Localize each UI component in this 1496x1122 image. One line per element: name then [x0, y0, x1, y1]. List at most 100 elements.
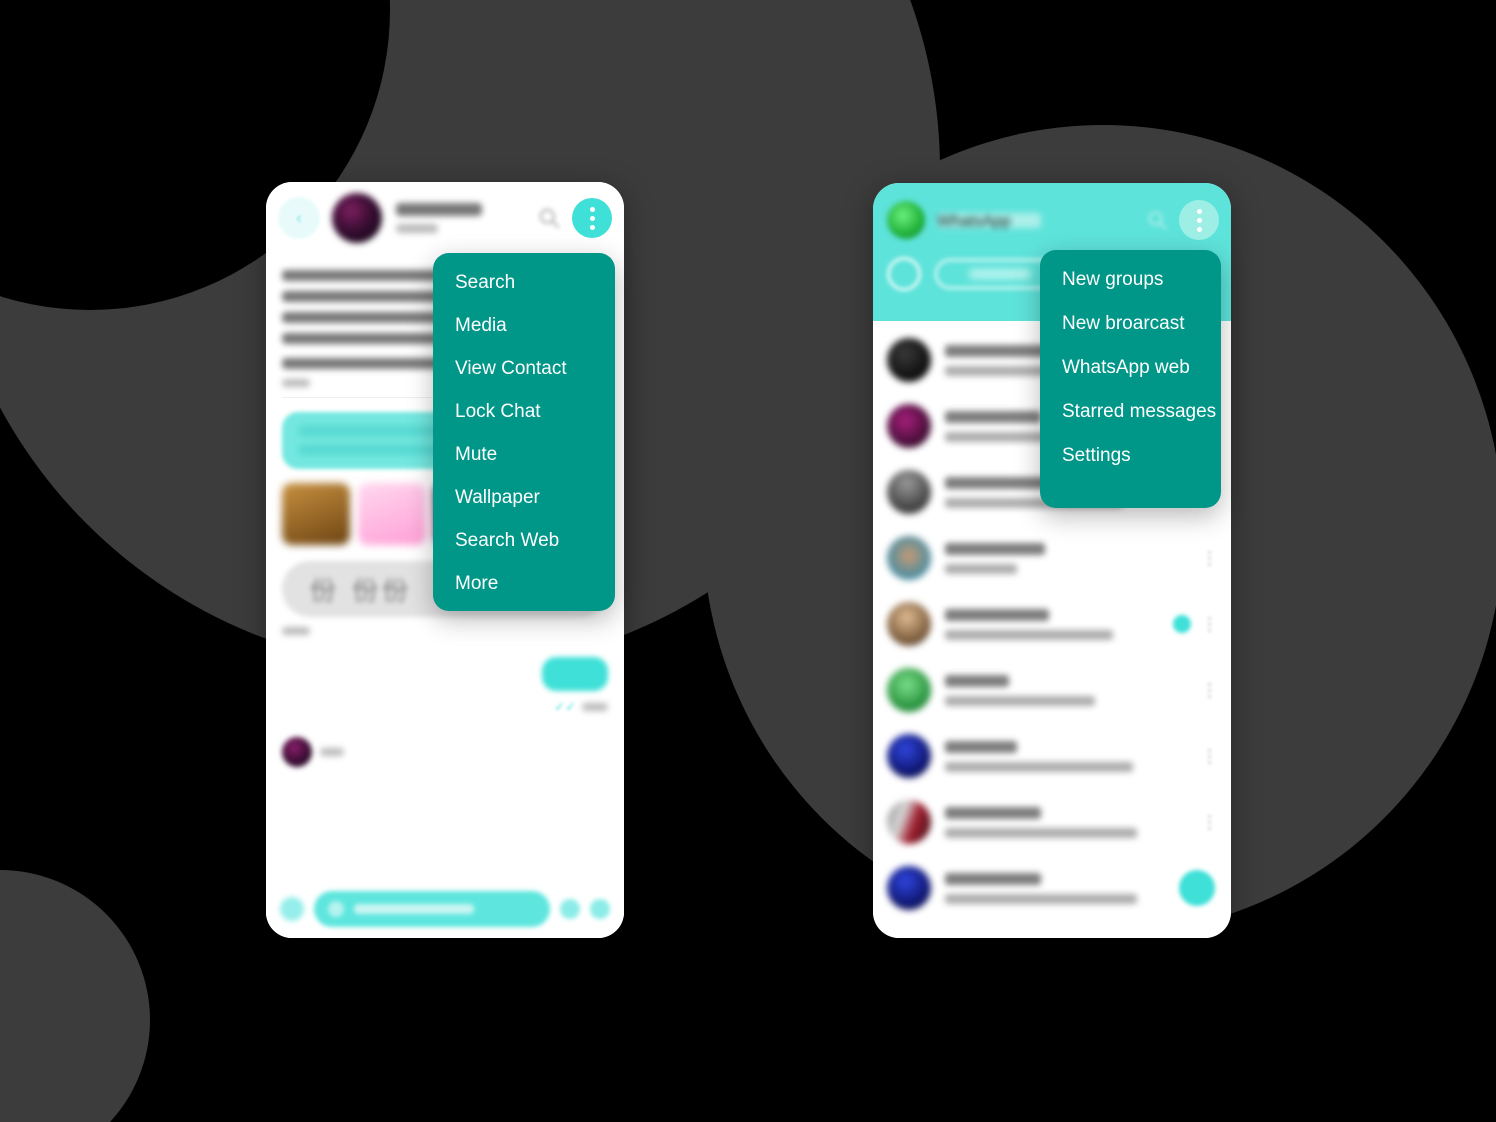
chat-list-item[interactable] — [873, 525, 1231, 591]
row-overflow-icon[interactable] — [1201, 748, 1217, 764]
chat-preview — [945, 563, 1017, 574]
attach-icon[interactable] — [560, 899, 580, 919]
outgoing-message-row — [282, 657, 608, 691]
menu-item-new-groups[interactable]: New groups — [1040, 270, 1221, 289]
menu-item-more[interactable]: More — [433, 574, 615, 593]
thumbnail-brown[interactable] — [282, 483, 350, 545]
emoji-icon[interactable] — [280, 897, 304, 921]
row-overflow-icon[interactable] — [1201, 550, 1217, 566]
chat-preview — [945, 761, 1133, 772]
dot-1 — [1196, 208, 1202, 214]
audio-waveform: 份 份份 — [310, 576, 413, 607]
message-input-field[interactable] — [314, 891, 550, 927]
contact-name-block — [396, 203, 536, 233]
menu-item-lock-chat[interactable]: Lock Chat — [433, 402, 615, 421]
chat-preview — [945, 629, 1113, 640]
chat-list-item[interactable] — [873, 723, 1231, 789]
menu-item-view-contact[interactable]: View Contact — [433, 359, 615, 378]
delivery-status-row: ✓✓ — [282, 699, 608, 715]
thumbnail-pink[interactable] — [358, 483, 426, 545]
chat-preview — [945, 827, 1137, 838]
chat-text-block — [945, 542, 1173, 574]
chat-text-block — [945, 608, 1173, 640]
chat-name — [945, 674, 1009, 687]
chat-name — [945, 608, 1049, 621]
chat-preview — [945, 893, 1137, 904]
app-title-block: WhatsApp — [937, 212, 1041, 230]
search-icon[interactable] — [536, 205, 562, 231]
avatar[interactable] — [887, 668, 931, 712]
chat-list-item[interactable] — [873, 789, 1231, 855]
row-overflow-icon[interactable] — [1201, 814, 1217, 830]
camera-tab-icon[interactable] — [887, 257, 921, 291]
sender-label — [320, 748, 344, 756]
new-chat-fab-icon[interactable] — [1179, 870, 1215, 906]
avatar[interactable] — [887, 866, 931, 910]
menu-item-media[interactable]: Media — [433, 316, 615, 335]
chat-name — [945, 740, 1017, 753]
chat-text-block — [945, 872, 1179, 904]
avatar[interactable] — [887, 536, 931, 580]
dot-3 — [589, 224, 595, 230]
menu-item-search[interactable]: Search — [433, 273, 615, 292]
chat-name — [945, 344, 1053, 357]
message-input-bar[interactable] — [266, 880, 624, 938]
menu-item-settings[interactable]: Settings — [1040, 446, 1221, 465]
chat-name — [945, 806, 1041, 819]
tab-chats-label — [969, 269, 1031, 279]
search-icon[interactable] — [1145, 208, 1169, 232]
unread-badge — [1173, 615, 1191, 633]
last-sender-row — [282, 737, 608, 767]
audio-timestamp — [282, 627, 310, 635]
chat-overflow-button[interactable] — [572, 198, 612, 238]
avatar[interactable] — [887, 602, 931, 646]
chat-list-item[interactable] — [873, 855, 1231, 921]
row-overflow-icon[interactable] — [1201, 616, 1217, 632]
double-check-icon: ✓✓ — [554, 699, 576, 714]
avatar[interactable] — [887, 800, 931, 844]
screenshot-canvas: ‹ 份 份份 ✓✓ Search Media View Contact Lock… — [0, 0, 1496, 1122]
menu-item-starred-messages[interactable]: Starred messages — [1040, 402, 1221, 421]
camera-icon[interactable] — [590, 899, 610, 919]
chat-name — [945, 410, 1041, 423]
app-header-top-row: WhatsApp — [887, 197, 1219, 243]
menu-item-new-broadcast[interactable]: New broarcast — [1040, 314, 1221, 333]
background-circle-bottom-left — [0, 870, 150, 1122]
dot-1 — [589, 206, 595, 212]
outgoing-bubble[interactable] — [542, 657, 608, 691]
avatar[interactable] — [887, 734, 931, 778]
input-placeholder — [354, 904, 474, 914]
menu-item-mute[interactable]: Mute — [433, 445, 615, 464]
chat-header: ‹ — [266, 182, 624, 254]
chat-preview — [945, 695, 1095, 706]
main-overflow-menu[interactable]: New groups New broarcast WhatsApp web St… — [1040, 250, 1221, 508]
chat-text-block — [945, 740, 1173, 772]
chat-list-item[interactable] — [873, 657, 1231, 723]
chat-name — [945, 872, 1041, 885]
dot-3 — [1196, 226, 1202, 232]
chat-name — [945, 542, 1045, 555]
menu-item-whatsapp-web[interactable]: WhatsApp web — [1040, 358, 1221, 377]
contact-avatar[interactable] — [332, 193, 382, 243]
avatar[interactable] — [887, 338, 931, 382]
chat-overflow-menu[interactable]: Search Media View Contact Lock Chat Mute… — [433, 253, 615, 611]
row-overflow-icon[interactable] — [1201, 682, 1217, 698]
main-overflow-button[interactable] — [1179, 200, 1219, 240]
chat-text-block — [945, 674, 1173, 706]
contact-name — [396, 203, 482, 216]
sender-avatar[interactable] — [282, 737, 312, 767]
menu-item-search-web[interactable]: Search Web — [433, 531, 615, 550]
message-timestamp — [282, 379, 310, 387]
whatsapp-logo-icon — [887, 201, 925, 239]
chat-list-item[interactable] — [873, 591, 1231, 657]
dot-2 — [1196, 217, 1202, 223]
app-title: WhatsApp — [937, 212, 1041, 230]
input-leading-icon — [328, 901, 344, 917]
menu-item-wallpaper[interactable]: Wallpaper — [433, 488, 615, 507]
contact-status — [396, 224, 438, 233]
back-arrow-icon[interactable]: ‹ — [278, 197, 320, 239]
chat-text-block — [945, 806, 1173, 838]
avatar[interactable] — [887, 404, 931, 448]
avatar[interactable] — [887, 470, 931, 514]
outgoing-timestamp — [582, 703, 608, 711]
